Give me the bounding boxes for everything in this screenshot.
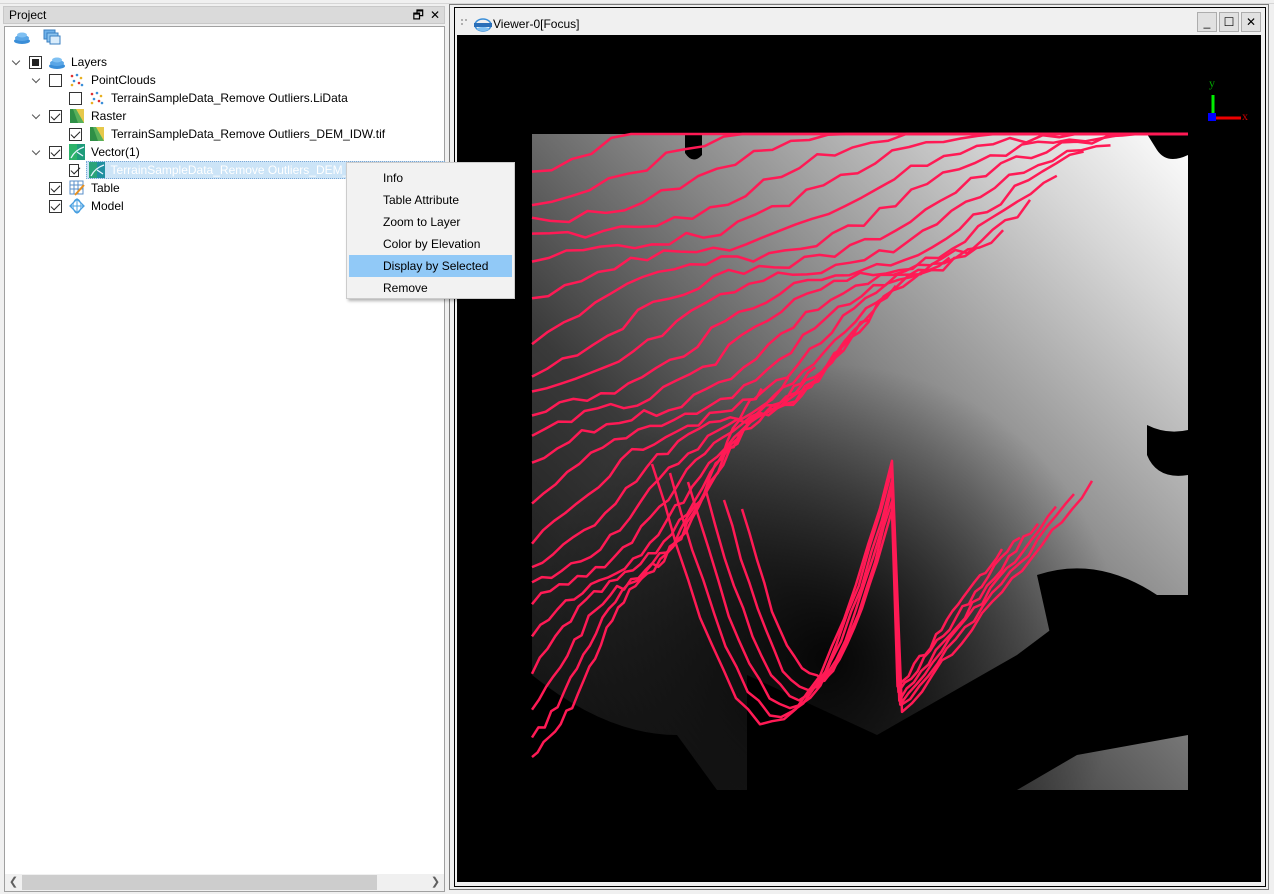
3d-viewport[interactable]: y x <box>457 35 1261 882</box>
layers-icon <box>49 54 65 70</box>
chevron-down-icon[interactable] <box>11 53 23 71</box>
scrollbar-thumb[interactable] <box>22 875 377 890</box>
drag-handle-icon[interactable] <box>461 19 471 29</box>
checkbox[interactable] <box>69 127 82 141</box>
menu-item-table-attribute[interactable]: Table Attribute <box>349 189 512 211</box>
checkbox[interactable] <box>49 73 62 87</box>
checkbox[interactable] <box>29 55 42 69</box>
viewer-frame: Viewer-0[Focus] _ ☐ ✕ y x <box>454 7 1266 887</box>
tree-item-dem-tif[interactable]: TerrainSampleData_Remove Outliers_DEM_ID… <box>69 125 385 143</box>
checkbox[interactable] <box>69 91 82 105</box>
vector-icon <box>88 162 105 178</box>
terrain-render[interactable]: y x <box>457 35 1261 882</box>
layers-stack-icon[interactable] <box>13 29 31 45</box>
axis-gizmo: y x <box>1208 76 1248 123</box>
close-icon[interactable]: ✕ <box>430 7 440 23</box>
context-menu: Info Table Attribute Zoom to Layer Color… <box>346 162 515 299</box>
z-axis <box>1208 113 1216 121</box>
x-axis-label: x <box>1242 109 1248 123</box>
chevron-down-icon[interactable] <box>31 107 43 125</box>
menu-item-remove[interactable]: Remove <box>349 277 512 299</box>
checkbox[interactable] <box>49 181 62 195</box>
viewer-title: Viewer-0[Focus] <box>493 17 580 31</box>
project-panel: Project 🗗 ✕ Layers PointClouds TerrainSa… <box>0 4 447 892</box>
checkbox[interactable] <box>49 145 62 159</box>
tree-item-layers[interactable]: Layers <box>11 53 107 71</box>
raster-icon <box>89 126 105 142</box>
minimize-button[interactable]: _ <box>1197 12 1217 32</box>
tree-item-label: Raster <box>91 109 127 123</box>
checkbox[interactable] <box>49 199 62 213</box>
panel-title: Project <box>9 8 47 22</box>
pointcloud-icon <box>69 72 85 88</box>
window-controls: _ ☐ ✕ <box>1197 12 1261 32</box>
pointcloud-icon <box>89 90 105 106</box>
tree-item-label: Model <box>91 199 124 213</box>
chevron-down-icon[interactable] <box>31 143 43 161</box>
tree-toolbar <box>13 29 61 45</box>
tree-item-label: TerrainSampleData_Remove Outliers.LiData <box>111 91 348 105</box>
model-icon <box>69 198 85 214</box>
tree-item-label: Table <box>91 181 120 195</box>
float-icon[interactable]: 🗗 <box>413 7 424 23</box>
app-logo-icon <box>474 18 492 32</box>
table-icon <box>69 180 85 196</box>
tree-item-lidata[interactable]: TerrainSampleData_Remove Outliers.LiData <box>69 89 348 107</box>
tree-item-label: Layers <box>71 55 108 69</box>
tree-item-raster[interactable]: Raster <box>31 107 126 125</box>
raster-icon <box>69 108 85 124</box>
tree-item-label: Vector(1) <box>91 145 140 159</box>
tree-item-label: TerrainSampleData_Remove Outliers_DEM_ID… <box>111 127 386 141</box>
scroll-left-icon[interactable]: ❮ <box>5 874 22 891</box>
menu-item-info[interactable]: Info <box>349 167 512 189</box>
horizontal-scrollbar[interactable]: ❮ ❯ <box>5 874 444 891</box>
tree-item-vector[interactable]: Vector(1) <box>31 143 140 161</box>
tree-item-label: PointClouds <box>91 73 156 87</box>
maximize-button[interactable]: ☐ <box>1219 12 1239 32</box>
tree-item-table[interactable]: Table <box>49 179 120 197</box>
vector-icon <box>69 144 85 160</box>
tree-item-pointclouds[interactable]: PointClouds <box>31 71 156 89</box>
checkbox[interactable] <box>49 109 62 123</box>
chevron-down-icon[interactable] <box>31 71 43 89</box>
windows-icon[interactable] <box>43 29 61 45</box>
close-button[interactable]: ✕ <box>1241 12 1261 32</box>
panel-title-bar: Project 🗗 ✕ <box>3 6 445 24</box>
y-axis-label: y <box>1209 76 1215 90</box>
menu-item-zoom-to-layer[interactable]: Zoom to Layer <box>349 211 512 233</box>
scroll-right-icon[interactable]: ❯ <box>427 874 444 891</box>
checkbox[interactable] <box>69 163 79 177</box>
menu-item-display-by-selected[interactable]: Display by Selected <box>349 255 512 277</box>
menu-item-color-by-elevation[interactable]: Color by Elevation <box>349 233 512 255</box>
tree-item-model[interactable]: Model <box>49 197 124 215</box>
viewer-window: Viewer-0[Focus] _ ☐ ✕ y x <box>449 4 1269 890</box>
layer-tree: Layers PointClouds TerrainSampleData_Rem… <box>4 26 445 892</box>
viewer-title-bar: Viewer-0[Focus] <box>461 14 579 34</box>
